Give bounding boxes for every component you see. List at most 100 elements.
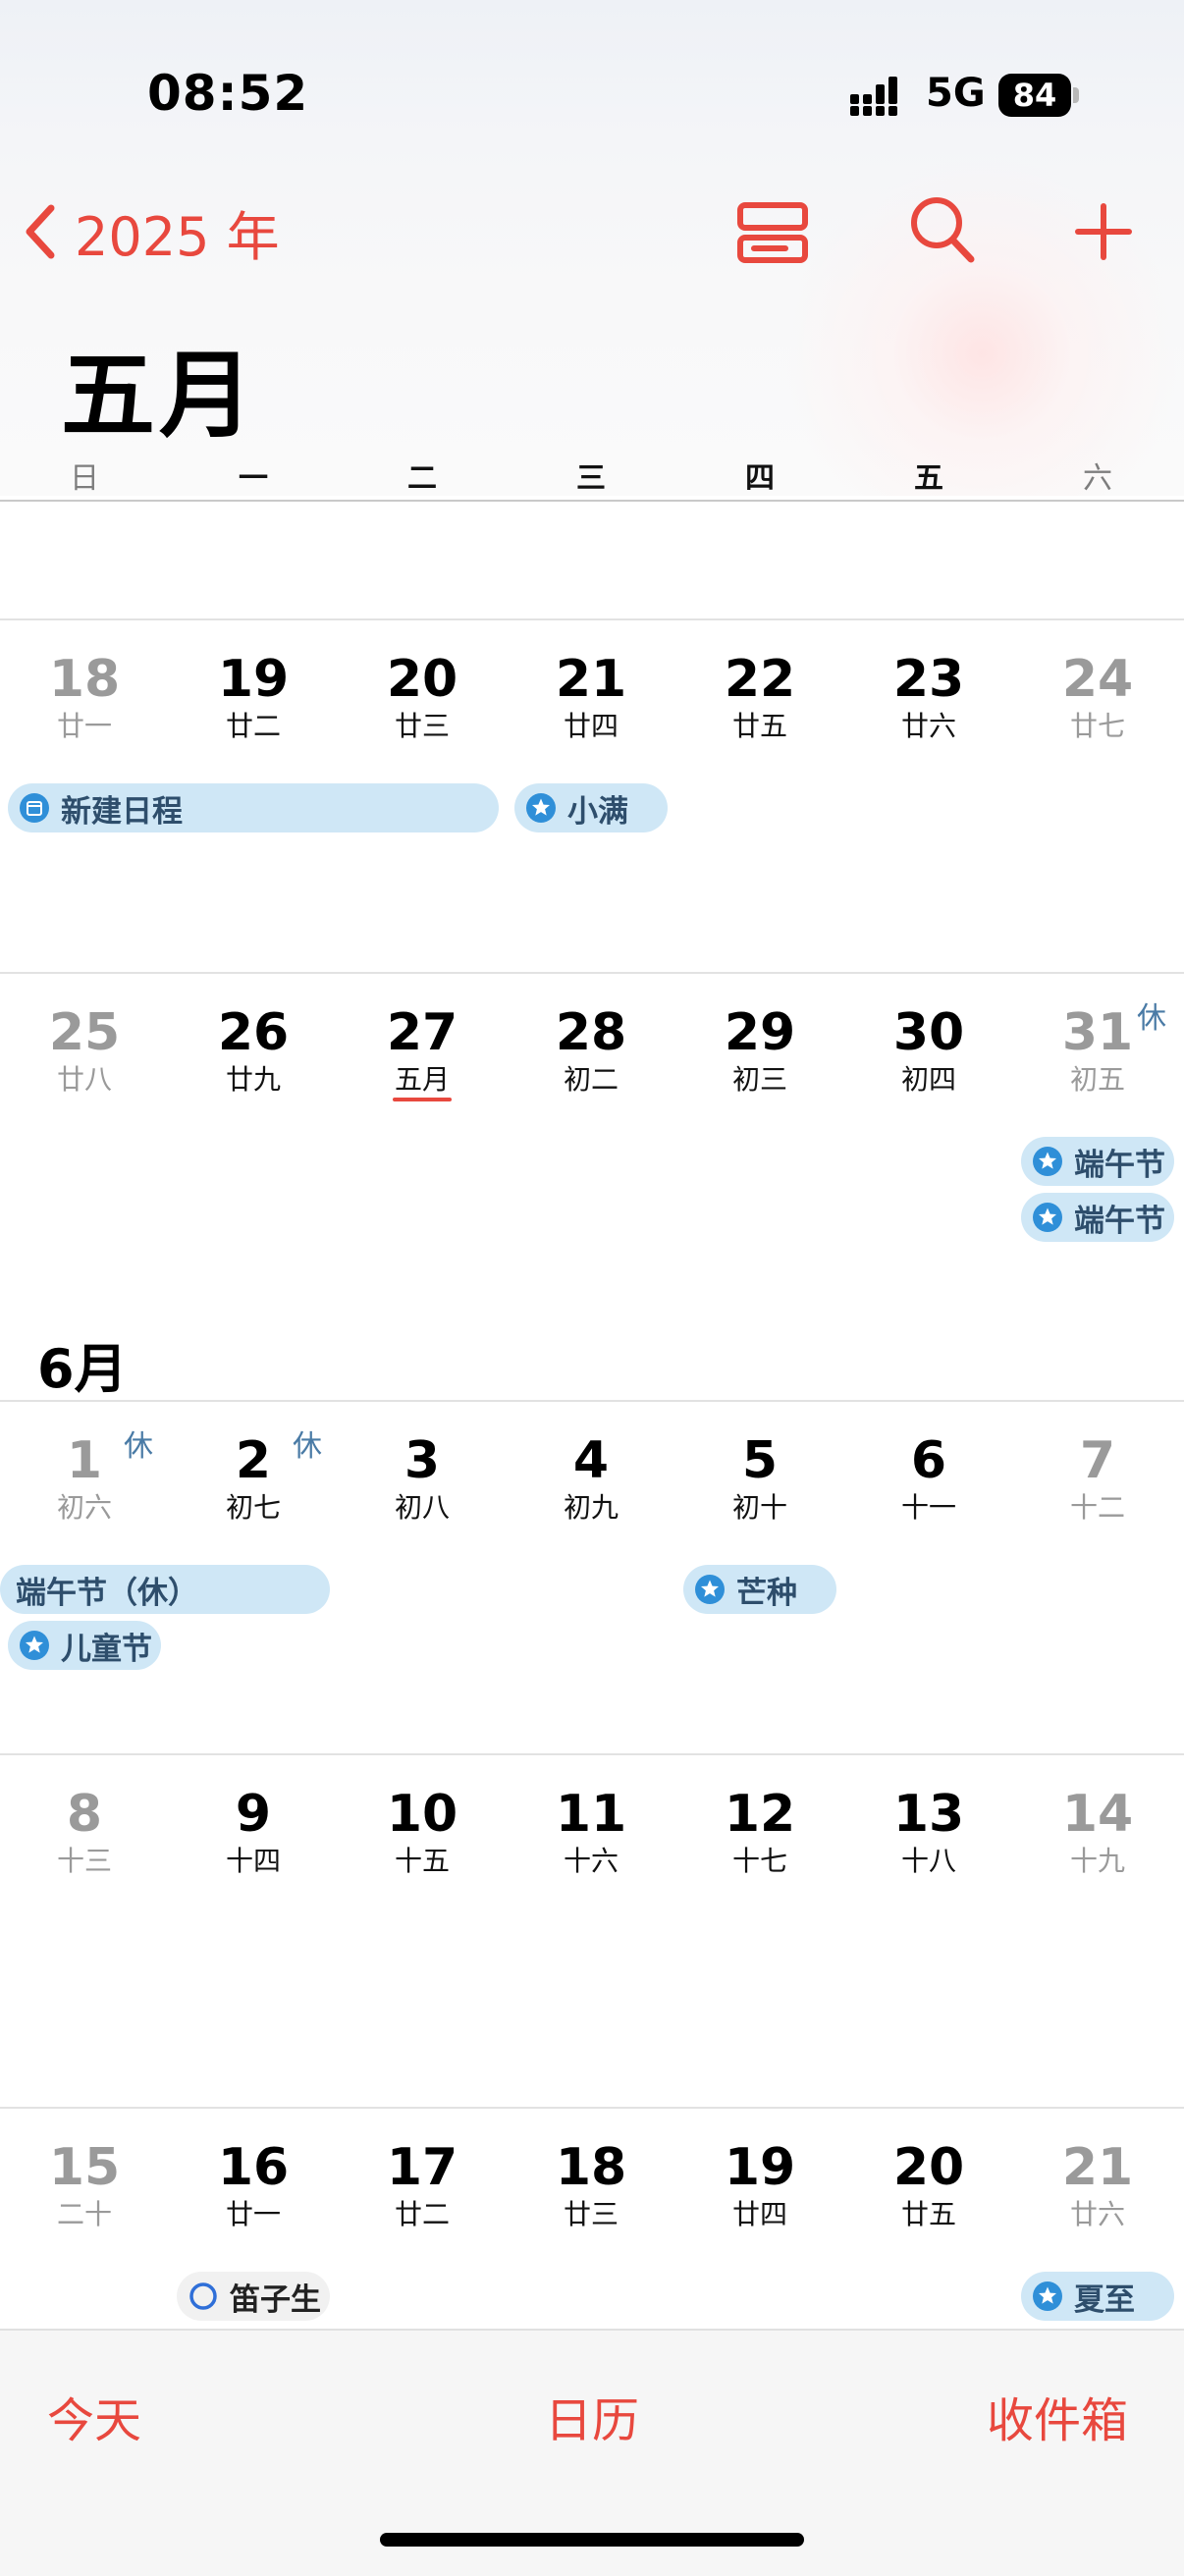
event-chip[interactable]: 小满 bbox=[514, 783, 668, 832]
day-number: 10 bbox=[386, 1785, 458, 1844]
event-chip[interactable]: 端午节 bbox=[1021, 1193, 1174, 1242]
event-label: 端午节 bbox=[1074, 1203, 1165, 1239]
day-number: 22 bbox=[724, 650, 796, 709]
day-number: 30 bbox=[892, 1003, 965, 1062]
weekday-label: 二 bbox=[407, 461, 437, 496]
day-cell[interactable]: 13 十八 bbox=[855, 1785, 1002, 1879]
weekday-label: 四 bbox=[745, 461, 775, 496]
lunar-date: 初八 bbox=[394, 1491, 450, 1524]
lunar-date: 廿五 bbox=[900, 2198, 956, 2230]
day-number: 26 bbox=[217, 1003, 290, 1062]
lunar-date: 十四 bbox=[225, 1845, 281, 1877]
day-cell[interactable]: 22 廿五 bbox=[686, 650, 834, 744]
day-number: 28 bbox=[555, 1003, 627, 1062]
day-cell[interactable]: 19 廿四 bbox=[686, 2138, 834, 2232]
day-cell[interactable]: 18 廿一 bbox=[11, 650, 158, 744]
today-indicator bbox=[393, 1098, 452, 1101]
day-cell[interactable]: 21 廿六 bbox=[1024, 2138, 1171, 2232]
month-title: 五月 bbox=[61, 341, 257, 451]
day-cell[interactable]: 19 廿二 bbox=[180, 650, 327, 744]
event-label: 夏至 bbox=[1074, 2281, 1135, 2318]
day-cell[interactable]: 24 廿七 bbox=[1024, 650, 1171, 744]
status-bar: 08:52 5G 84 bbox=[0, 0, 1184, 187]
lunar-date: 十二 bbox=[1069, 1491, 1125, 1524]
star-icon bbox=[526, 793, 556, 823]
day-number: 25 bbox=[48, 1003, 121, 1062]
lunar-date: 廿一 bbox=[56, 710, 112, 742]
day-cell[interactable]: 18 廿三 bbox=[517, 2138, 665, 2232]
lunar-date: 初二 bbox=[563, 1063, 619, 1096]
day-cell[interactable]: 17 廿二 bbox=[349, 2138, 496, 2232]
day-cell[interactable]: 25 廿八 bbox=[11, 1003, 158, 1098]
day-number: 23 bbox=[892, 650, 965, 709]
network-type: 5G bbox=[926, 71, 986, 116]
lunar-date: 初四 bbox=[900, 1063, 956, 1096]
day-number: 18 bbox=[555, 2138, 627, 2197]
event-chip[interactable]: 端午节（休） bbox=[0, 1565, 330, 1614]
today-button[interactable]: 今天 bbox=[47, 2382, 141, 2450]
day-number: 17 bbox=[386, 2138, 458, 2197]
day-cell[interactable]: 6 十一 bbox=[855, 1431, 1002, 1526]
star-icon bbox=[20, 1631, 49, 1660]
inbox-button[interactable]: 收件箱 bbox=[987, 2382, 1128, 2450]
day-cell[interactable]: 16 廿一 bbox=[180, 2138, 327, 2232]
day-cell[interactable]: 9 十四 bbox=[180, 1785, 327, 1879]
holiday-rest-badge: 休 bbox=[1137, 1001, 1166, 1036]
home-indicator bbox=[380, 2533, 804, 2547]
day-number: 29 bbox=[724, 1003, 796, 1062]
event-chip[interactable]: 夏至 bbox=[1021, 2272, 1174, 2321]
day-cell[interactable]: 8 十三 bbox=[11, 1785, 158, 1879]
lunar-date: 十一 bbox=[900, 1491, 956, 1524]
chevron-left-icon bbox=[26, 204, 55, 259]
week-divider bbox=[0, 2107, 1184, 2109]
day-cell[interactable]: 20 廿三 bbox=[349, 650, 496, 744]
lunar-date: 初九 bbox=[563, 1491, 619, 1524]
month-label-june: 6月 bbox=[37, 1338, 128, 1400]
lunar-date: 廿三 bbox=[394, 710, 450, 742]
day-cell[interactable]: 30 初四 bbox=[855, 1003, 1002, 1098]
day-cell[interactable]: 23 廿六 bbox=[855, 650, 1002, 744]
event-chip[interactable]: 芒种 bbox=[683, 1565, 836, 1614]
weekday-label: 六 bbox=[1083, 461, 1112, 496]
day-cell[interactable]: 15 二十 bbox=[11, 2138, 158, 2232]
back-to-year-button[interactable]: 2025 年 bbox=[22, 192, 280, 271]
day-cell[interactable]: 20 廿五 bbox=[855, 2138, 1002, 2232]
event-chip[interactable]: 端午节 bbox=[1021, 1137, 1174, 1186]
day-number: 14 bbox=[1061, 1785, 1134, 1844]
day-cell[interactable]: 14 十九 bbox=[1024, 1785, 1171, 1879]
list-view-icon[interactable] bbox=[736, 201, 809, 264]
day-cell[interactable]: 29 初三 bbox=[686, 1003, 834, 1098]
day-number: 21 bbox=[555, 650, 627, 709]
battery-level: 84 bbox=[1012, 77, 1057, 114]
event-label: 小满 bbox=[567, 793, 628, 830]
event-label: 芒种 bbox=[736, 1575, 797, 1611]
lunar-date: 廿二 bbox=[225, 710, 281, 742]
day-cell[interactable]: 28 初二 bbox=[517, 1003, 665, 1098]
day-cell[interactable]: 12 十七 bbox=[686, 1785, 834, 1879]
day-cell[interactable]: 7 十二 bbox=[1024, 1431, 1171, 1526]
lunar-date: 廿二 bbox=[394, 2198, 450, 2230]
day-cell[interactable]: 4 初九 bbox=[517, 1431, 665, 1526]
day-cell[interactable]: 21 廿四 bbox=[517, 650, 665, 744]
day-cell[interactable]: 27 五月 bbox=[349, 1003, 496, 1098]
search-icon[interactable] bbox=[908, 194, 977, 265]
calendars-button[interactable]: 日历 bbox=[545, 2382, 639, 2450]
day-cell[interactable]: 26 廿九 bbox=[180, 1003, 327, 1098]
day-number: 12 bbox=[724, 1785, 796, 1844]
weekday-header: 日一二三四五六 bbox=[0, 454, 1184, 503]
holiday-rest-badge: 休 bbox=[124, 1429, 153, 1464]
lunar-date: 初五 bbox=[1069, 1063, 1125, 1096]
lunar-date: 二十 bbox=[56, 2198, 112, 2230]
plus-icon[interactable] bbox=[1074, 202, 1133, 261]
star-icon bbox=[1033, 1147, 1062, 1176]
day-cell[interactable]: 5 初十 bbox=[686, 1431, 834, 1526]
day-cell[interactable]: 11 十六 bbox=[517, 1785, 665, 1879]
event-chip[interactable]: 新建日程 bbox=[8, 783, 499, 832]
event-chip[interactable]: 儿童节 bbox=[8, 1621, 161, 1670]
day-number: 13 bbox=[892, 1785, 965, 1844]
lunar-date: 初七 bbox=[225, 1491, 281, 1524]
day-cell[interactable]: 3 初八 bbox=[349, 1431, 496, 1526]
status-time: 08:52 bbox=[147, 65, 309, 122]
event-chip[interactable]: 笛子生 bbox=[177, 2272, 330, 2321]
day-cell[interactable]: 10 十五 bbox=[349, 1785, 496, 1879]
